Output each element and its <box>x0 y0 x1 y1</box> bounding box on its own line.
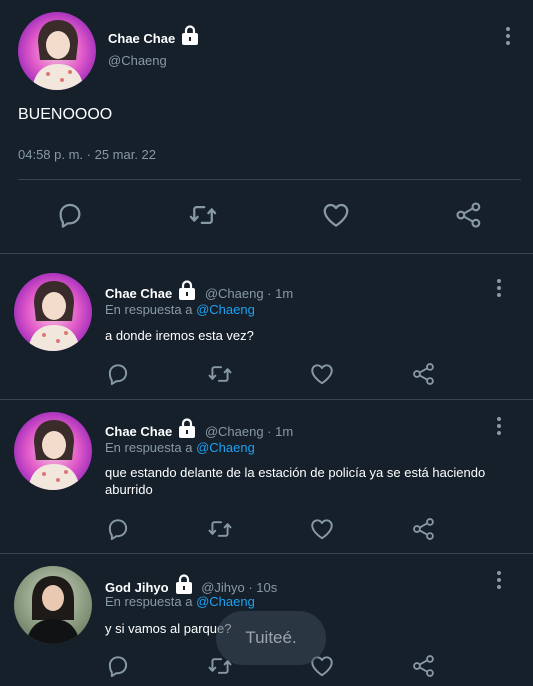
reply-context: En respuesta a @Chaeng <box>105 594 255 609</box>
lock-icon <box>177 279 197 301</box>
reply-header: Chae Chae @Chaeng · 1m <box>105 417 293 439</box>
lock-icon <box>180 24 200 46</box>
reply-prefix: En respuesta a <box>105 302 193 317</box>
reply-context: En respuesta a @Chaeng <box>105 440 255 455</box>
avatar[interactable] <box>14 273 92 351</box>
tweet-text: BUENOOOO <box>18 106 113 123</box>
retweet-icon[interactable] <box>207 361 233 387</box>
toast-notification: Tuiteé. <box>216 611 326 665</box>
avatar-image <box>14 412 92 490</box>
reply-prefix: En respuesta a <box>105 594 193 609</box>
more-vertical-icon[interactable] <box>491 415 507 437</box>
reply-icon[interactable] <box>105 653 131 679</box>
avatar-image <box>14 273 92 351</box>
avatar-image <box>18 12 96 90</box>
reply-tweet[interactable]: Chae Chae @Chaeng · 1m En respuesta a @C… <box>0 254 533 400</box>
more-vertical-icon[interactable] <box>500 25 516 47</box>
reply-header: Chae Chae @Chaeng · 1m <box>105 279 293 301</box>
avatar[interactable] <box>14 412 92 490</box>
author-handle[interactable]: @Chaeng <box>108 53 167 68</box>
reply-to-link[interactable]: @Chaeng <box>196 440 255 455</box>
lock-icon <box>174 573 194 595</box>
main-tweet: Chae Chae @Chaeng BUENOOOO 04:58 p. m. ·… <box>0 0 533 254</box>
more-vertical-icon[interactable] <box>491 277 507 299</box>
avatar-image <box>14 566 92 644</box>
more-vertical-icon[interactable] <box>491 569 507 591</box>
reply-prefix: En respuesta a <box>105 440 193 455</box>
reply-text: que estando delante de la estación de po… <box>105 465 486 497</box>
author-name[interactable]: Chae Chae <box>105 286 172 301</box>
reply-tweet[interactable]: Chae Chae @Chaeng · 1m En respuesta a @C… <box>0 400 533 554</box>
author-row: Chae Chae <box>108 24 200 46</box>
reply-to-link[interactable]: @Chaeng <box>196 594 255 609</box>
reply-header: God Jihyo @Jihyo · 10s <box>105 573 277 595</box>
lock-icon <box>177 417 197 439</box>
divider <box>18 179 521 180</box>
tweet-timestamp: 04:58 p. m. · 25 mar. 22 <box>18 147 157 162</box>
share-icon[interactable] <box>411 516 437 542</box>
author-name[interactable]: Chae Chae <box>108 31 175 46</box>
author-name[interactable]: Chae Chae <box>105 424 172 439</box>
reply-icon[interactable] <box>105 361 131 387</box>
author-name[interactable]: God Jihyo <box>105 580 169 595</box>
share-icon[interactable] <box>411 653 437 679</box>
reply-context: En respuesta a @Chaeng <box>105 302 255 317</box>
reply-icon[interactable] <box>105 516 131 542</box>
heart-icon[interactable] <box>309 516 335 542</box>
heart-icon[interactable] <box>309 361 335 387</box>
reply-icon[interactable] <box>55 200 85 230</box>
author-handle-time: @Jihyo · 10s <box>201 580 278 595</box>
avatar[interactable] <box>18 12 96 90</box>
retweet-icon[interactable] <box>207 516 233 542</box>
reply-to-link[interactable]: @Chaeng <box>196 302 255 317</box>
author-handle-time: @Chaeng · 1m <box>204 424 294 439</box>
share-icon[interactable] <box>411 361 437 387</box>
reply-text: a donde iremos esta vez? <box>105 328 254 343</box>
heart-icon[interactable] <box>321 200 351 230</box>
retweet-icon[interactable] <box>188 200 218 230</box>
author-handle-time: @Chaeng · 1m <box>204 286 294 301</box>
share-icon[interactable] <box>454 200 484 230</box>
avatar[interactable] <box>14 566 92 644</box>
